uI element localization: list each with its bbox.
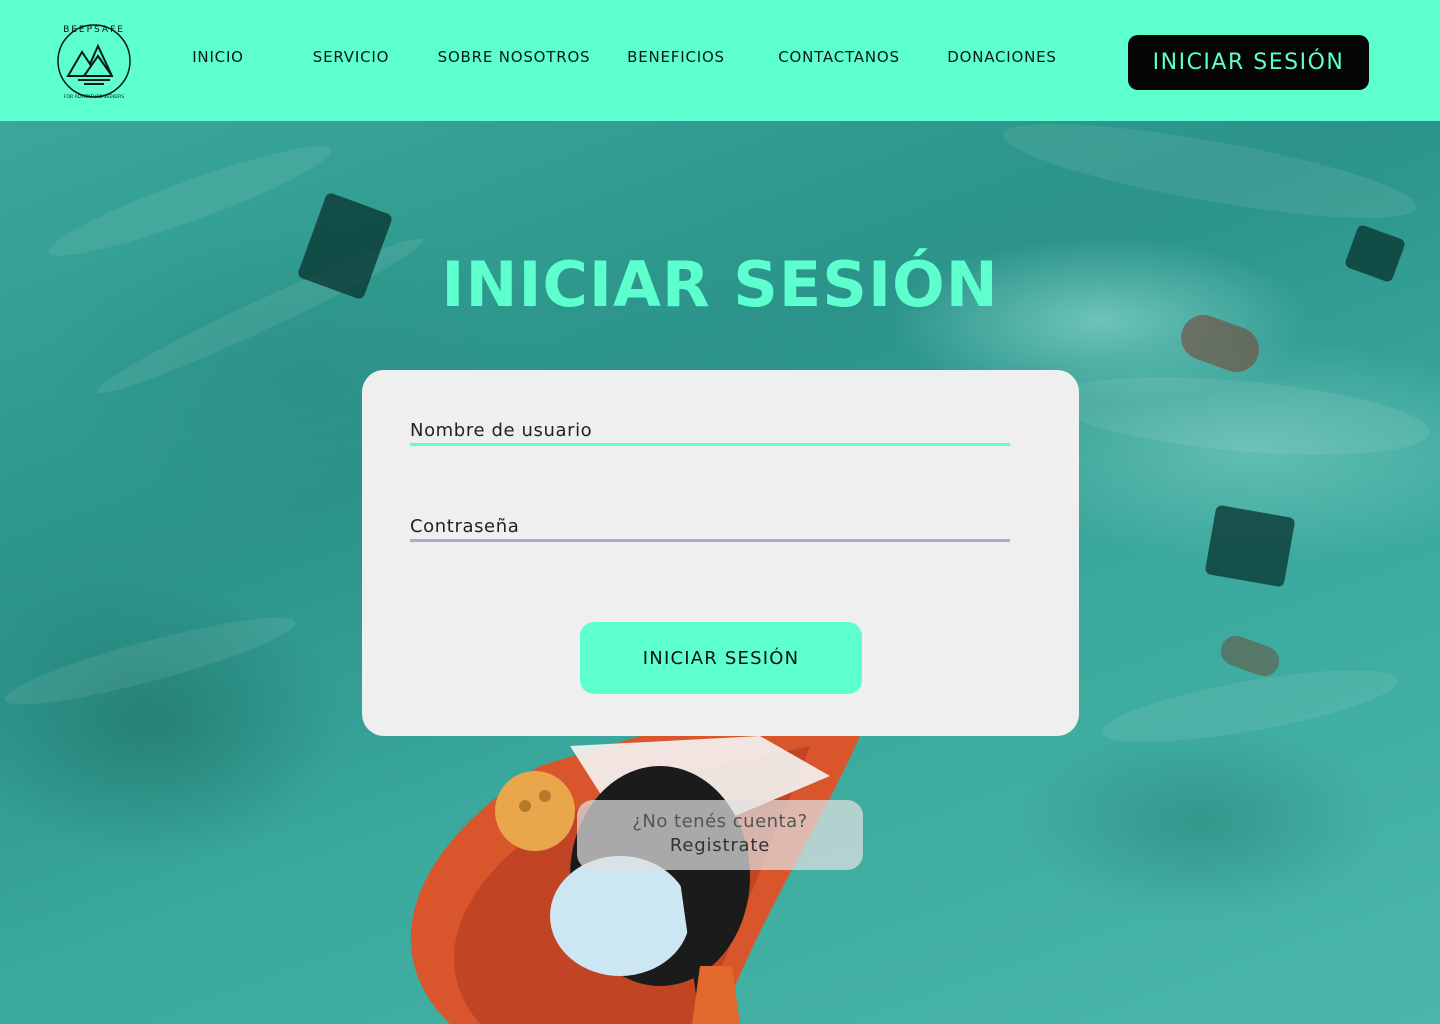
nav-item-sobre-nosotros[interactable]: SOBRE NOSOTROS	[438, 48, 591, 66]
kayaker-image	[410, 736, 860, 1024]
header-login-button[interactable]: INICIAR SESIÓN	[1128, 35, 1369, 90]
password-field	[410, 514, 1010, 542]
svg-text:BEEPSAFE: BEEPSAFE	[63, 25, 125, 35]
login-submit-button[interactable]: INICIAR SESIÓN	[580, 622, 862, 694]
site-header: BEEPSAFE FOR ADVENTURE SEEKERS INICIO SE…	[0, 0, 1440, 121]
register-link[interactable]: Registrate	[577, 834, 863, 858]
register-question: ¿No tenés cuenta?	[632, 811, 808, 832]
svg-text:FOR ADVENTURE SEEKERS: FOR ADVENTURE SEEKERS	[64, 94, 124, 100]
nav-item-inicio[interactable]: INICIO	[192, 48, 244, 66]
nav-item-contactanos[interactable]: CONTACTANOS	[778, 48, 900, 66]
password-input[interactable]	[410, 514, 1010, 542]
nav-item-servicio[interactable]: SERVICIO	[313, 48, 389, 66]
register-box[interactable]: ¿No tenés cuenta? Registrate	[577, 800, 863, 870]
nav-item-donaciones[interactable]: DONACIONES	[947, 48, 1057, 66]
username-input[interactable]	[410, 418, 1010, 446]
page-title: INICIAR SESIÓN	[441, 248, 999, 321]
username-field	[410, 418, 1010, 446]
nav-item-beneficios[interactable]: BENEFICIOS	[627, 48, 725, 66]
login-card: INICIAR SESIÓN	[362, 370, 1079, 736]
